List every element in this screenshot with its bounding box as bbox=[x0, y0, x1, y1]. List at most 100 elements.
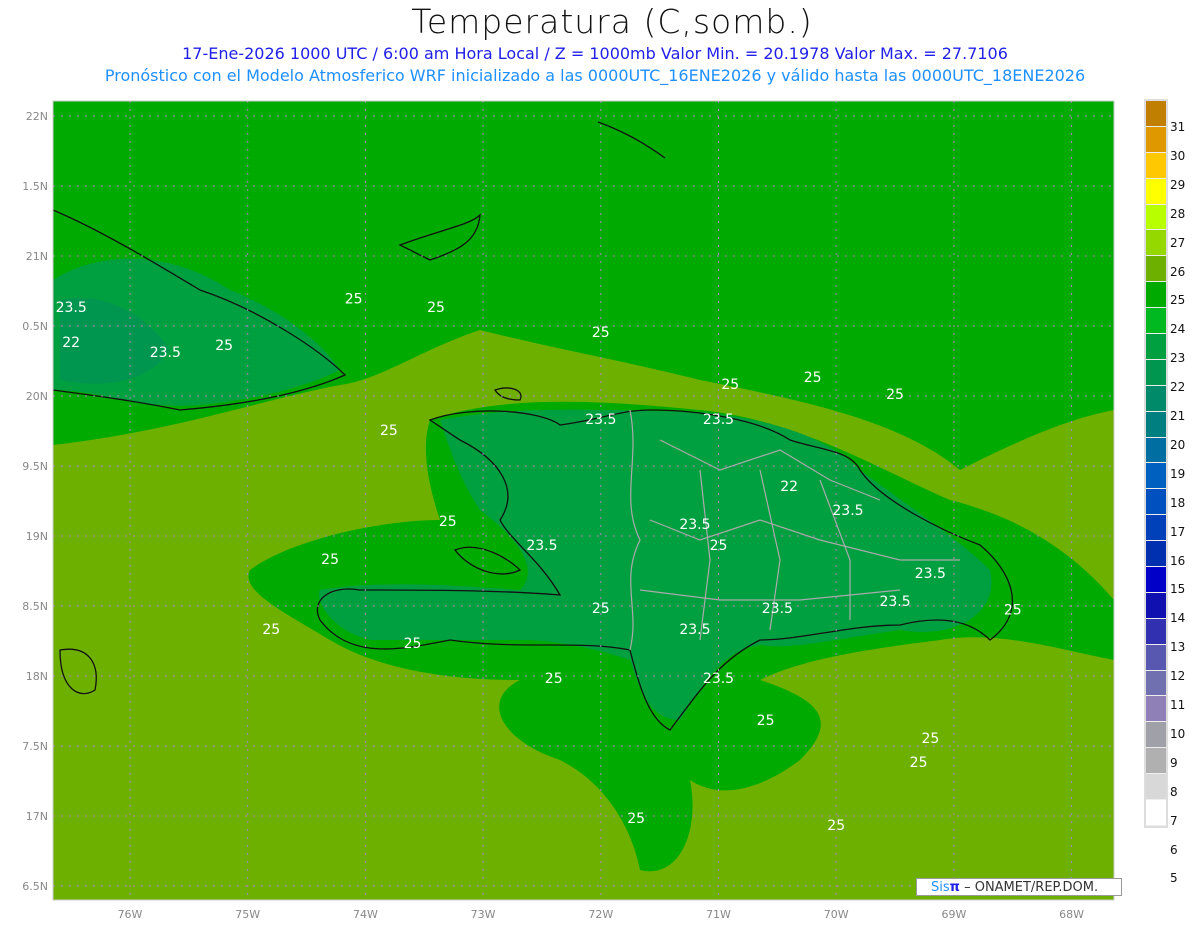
colorbar-swatch bbox=[1146, 567, 1166, 593]
contour-label: 25 bbox=[627, 811, 645, 827]
colorbar-swatch bbox=[1146, 411, 1166, 438]
contour-label: 25 bbox=[404, 636, 422, 652]
colorbar-swatch bbox=[1146, 463, 1166, 490]
watermark-pi: π bbox=[949, 880, 960, 895]
colorbar-swatch bbox=[1146, 334, 1166, 360]
lon-label: 70W bbox=[824, 908, 849, 921]
contour-label: 25 bbox=[910, 755, 928, 771]
colorbar-swatch bbox=[1146, 359, 1166, 386]
contour-label: 23.5 bbox=[703, 412, 734, 428]
contour-label: 25 bbox=[427, 300, 445, 316]
lon-label: 71W bbox=[706, 908, 731, 921]
lat-label: 6.5N bbox=[22, 880, 48, 893]
watermark-brand: Sis bbox=[931, 880, 950, 895]
colorbar-label: 26 bbox=[1170, 264, 1186, 279]
lat-label: 7.5N bbox=[22, 740, 48, 753]
lon-label: 72W bbox=[588, 908, 613, 921]
contour-label: 23.5 bbox=[679, 622, 710, 638]
colorbar-swatch bbox=[1146, 385, 1166, 412]
contour-label: 23.5 bbox=[703, 671, 734, 687]
colorbar bbox=[1144, 99, 1168, 828]
colorbar-swatch bbox=[1146, 489, 1166, 516]
colorbar-label: 11 bbox=[1170, 698, 1186, 712]
colorbar-swatch bbox=[1146, 101, 1166, 127]
contour-label: 25 bbox=[215, 338, 233, 354]
contour-label: 23.5 bbox=[879, 594, 910, 610]
contour-label: 25 bbox=[886, 387, 904, 403]
temperature-map: 23.5222223.523.5252525252525252523.52523… bbox=[8, 100, 1115, 921]
lon-label: 68W bbox=[1059, 908, 1084, 921]
colorbar-swatch bbox=[1146, 256, 1166, 283]
colorbar-label: 31 bbox=[1170, 120, 1186, 134]
contour-label: 25 bbox=[345, 292, 363, 308]
colorbar-swatch bbox=[1146, 592, 1166, 619]
contour-label: 23.5 bbox=[915, 566, 946, 582]
contour-label: 25 bbox=[710, 538, 728, 554]
contour-label: 25 bbox=[439, 514, 457, 530]
contour-label: 25 bbox=[380, 423, 398, 439]
contour-label: 23.5 bbox=[526, 538, 557, 554]
colorbar-swatch bbox=[1146, 515, 1166, 542]
lon-label: 76W bbox=[118, 908, 143, 921]
lat-label: 17N bbox=[26, 810, 48, 823]
colorbar-swatch bbox=[1146, 644, 1166, 671]
contour-label: 23.5 bbox=[585, 412, 616, 428]
colorbar-label: 14 bbox=[1170, 611, 1186, 626]
colorbar-swatch bbox=[1146, 541, 1166, 568]
colorbar-label: 30 bbox=[1170, 148, 1186, 163]
contour-label: 25 bbox=[321, 552, 339, 568]
colorbar-label: 24 bbox=[1170, 322, 1186, 337]
colorbar-swatch bbox=[1146, 282, 1166, 309]
colorbar-swatch bbox=[1146, 696, 1166, 723]
lat-label: 0.5N bbox=[22, 320, 48, 333]
lat-label: 20N bbox=[26, 390, 48, 403]
colorbar-label: 23 bbox=[1170, 351, 1186, 366]
contour-label: 23.5 bbox=[762, 601, 793, 617]
colorbar-swatch bbox=[1146, 178, 1166, 205]
colorbar-swatch bbox=[1146, 722, 1166, 749]
contour-label: 23.5 bbox=[679, 517, 710, 533]
colorbar-swatch bbox=[1146, 748, 1166, 775]
colorbar-label: 13 bbox=[1170, 640, 1186, 655]
contour-label: 25 bbox=[592, 325, 610, 341]
contour-label: 23.5 bbox=[150, 345, 181, 361]
contour-label: 25 bbox=[757, 713, 775, 729]
colorbar-label: 16 bbox=[1170, 553, 1186, 568]
colorbar-label: 6 bbox=[1170, 842, 1178, 857]
contour-label: 22 bbox=[62, 335, 80, 351]
colorbar-swatch bbox=[1146, 670, 1166, 697]
lat-label: 22N bbox=[26, 110, 48, 123]
lon-label: 73W bbox=[471, 908, 496, 921]
colorbar-label: 5 bbox=[1170, 871, 1178, 886]
colorbar-label: 10 bbox=[1170, 726, 1186, 741]
colorbar-label: 8 bbox=[1170, 784, 1178, 799]
colorbar-swatch bbox=[1146, 204, 1166, 231]
colorbar-label: 29 bbox=[1170, 177, 1186, 192]
colorbar-label: 7 bbox=[1170, 813, 1178, 828]
colorbar-label: 19 bbox=[1170, 466, 1186, 481]
lat-label: 8.5N bbox=[22, 600, 48, 613]
contour-label: 23.5 bbox=[56, 300, 87, 316]
colorbar-swatch bbox=[1146, 437, 1166, 464]
colorbar-label: 17 bbox=[1170, 524, 1186, 539]
contour-label: 25 bbox=[921, 731, 939, 747]
contour-label: 25 bbox=[1004, 602, 1022, 618]
lat-label: 9.5N bbox=[22, 460, 48, 473]
contour-label: 22 bbox=[780, 479, 798, 495]
contour-label: 25 bbox=[262, 622, 280, 638]
lat-label: 21N bbox=[26, 250, 48, 263]
colorbar-swatch bbox=[1146, 152, 1166, 179]
colorbar-label: 20 bbox=[1170, 437, 1186, 452]
colorbar-swatch bbox=[1146, 230, 1166, 257]
contour-label: 25 bbox=[827, 818, 845, 834]
colorbar-label: 21 bbox=[1170, 409, 1186, 423]
colorbar-label: 28 bbox=[1170, 206, 1186, 221]
contour-label: 23.5 bbox=[832, 503, 863, 519]
lat-label: 1.5N bbox=[22, 180, 48, 193]
watermark: Sisπ – ONAMET/REP.DOM. bbox=[916, 878, 1122, 896]
contour-label: 25 bbox=[592, 601, 610, 617]
lon-label: 75W bbox=[235, 908, 260, 921]
colorbar-swatch bbox=[1146, 618, 1166, 645]
watermark-text: – ONAMET/REP.DOM. bbox=[964, 880, 1099, 895]
colorbar-label: 12 bbox=[1170, 669, 1186, 684]
